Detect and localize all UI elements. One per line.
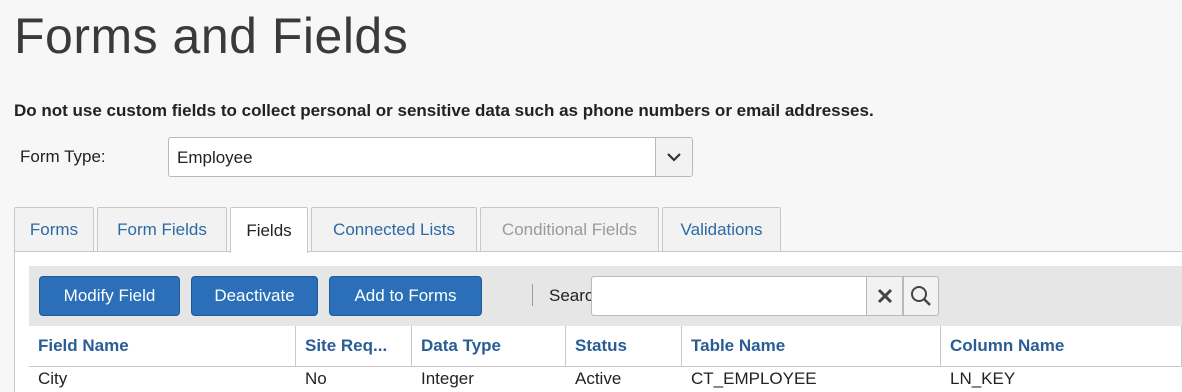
column-header-field-name[interactable]: Field Name bbox=[29, 326, 296, 366]
column-header-column-name[interactable]: Column Name bbox=[941, 326, 1182, 366]
column-header-status[interactable]: Status bbox=[566, 326, 682, 366]
tab-form-fields[interactable]: Form Fields bbox=[97, 207, 227, 251]
column-header-table-name[interactable]: Table Name bbox=[682, 326, 941, 366]
form-type-select[interactable]: Employee bbox=[168, 137, 693, 177]
tab-fields[interactable]: Fields bbox=[230, 207, 308, 253]
form-type-label: Form Type: bbox=[20, 147, 106, 166]
deactivate-button[interactable]: Deactivate bbox=[191, 276, 318, 316]
tab-validations[interactable]: Validations bbox=[662, 207, 781, 251]
search-icon[interactable] bbox=[903, 276, 939, 316]
page-title: Forms and Fields bbox=[14, 8, 409, 64]
column-header-site-required[interactable]: Site Req... bbox=[296, 326, 412, 366]
tab-forms[interactable]: Forms bbox=[14, 207, 94, 251]
tab-connected-lists[interactable]: Connected Lists bbox=[311, 207, 477, 251]
data-warning-text: Do not use custom fields to collect pers… bbox=[14, 101, 874, 120]
column-header-data-type[interactable]: Data Type bbox=[412, 326, 566, 366]
cell-site-required: No bbox=[305, 368, 327, 388]
cell-table-name: CT_EMPLOYEE bbox=[691, 368, 817, 388]
close-icon[interactable] bbox=[867, 276, 903, 316]
search-input[interactable] bbox=[591, 276, 867, 316]
cell-field-name: City bbox=[38, 368, 68, 388]
form-type-selected-value: Employee bbox=[177, 148, 253, 167]
cell-column-name: LN_KEY bbox=[950, 368, 1016, 388]
fields-table: Field Name Site Req... Data Type Status … bbox=[29, 326, 1182, 391]
cell-status: Active bbox=[575, 368, 622, 388]
chevron-down-icon[interactable] bbox=[655, 138, 692, 176]
tab-conditional-fields: Conditional Fields bbox=[480, 207, 659, 251]
cell-data-type: Integer bbox=[421, 368, 474, 388]
toolbar-separator bbox=[532, 284, 533, 306]
modify-field-button[interactable]: Modify Field bbox=[39, 276, 180, 316]
toolbar: Modify Field Deactivate Add to Forms Sea… bbox=[29, 266, 1182, 326]
add-to-forms-button[interactable]: Add to Forms bbox=[329, 276, 482, 316]
